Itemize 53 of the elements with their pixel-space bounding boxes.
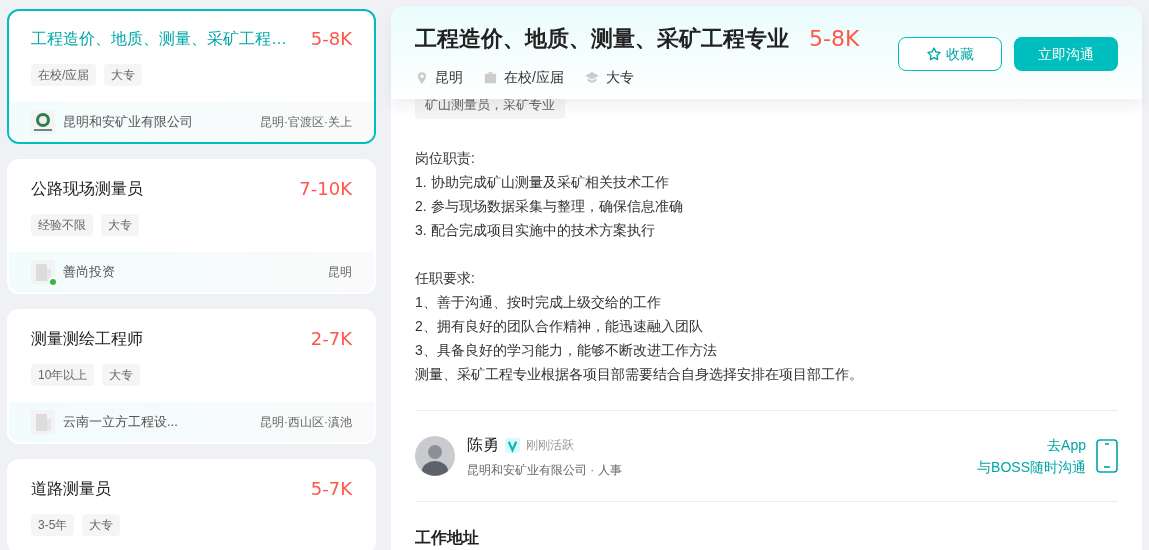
company-name: 云南一立方工程设... bbox=[63, 413, 178, 432]
location-pin-icon bbox=[415, 69, 429, 86]
degree: 大专 bbox=[605, 68, 634, 87]
building-icon bbox=[31, 260, 55, 284]
description-line: 岗位职责: bbox=[415, 149, 476, 168]
job-card[interactable]: 公路现场测量员 7-10K 经验不限 大专 善尚投资 昆明 bbox=[7, 159, 376, 294]
job-title: 工程造价、地质、测量、采矿工程… bbox=[31, 28, 287, 49]
job-tag: 大专 bbox=[102, 364, 141, 386]
job-tag: 大专 bbox=[104, 64, 143, 86]
job-title: 测量测绘工程师 bbox=[31, 328, 143, 349]
avatar-icon bbox=[415, 436, 455, 476]
experience: 在校/应届 bbox=[504, 68, 564, 87]
job-location: 昆明 bbox=[328, 264, 352, 281]
job-tag: 10年以上 bbox=[31, 364, 95, 386]
graduation-cap-icon bbox=[583, 70, 600, 85]
company-name: 善尚投资 bbox=[63, 263, 115, 282]
star-icon bbox=[926, 46, 942, 62]
job-tag: 3-5年 bbox=[31, 514, 75, 536]
briefcase-icon bbox=[483, 70, 498, 85]
job-card[interactable]: 道路测量员 5-7K 3-5年 大专 bbox=[7, 459, 376, 550]
description-line: 测量、采矿工程专业根据各项目部需要结合自身选择安排在项目部工作。 bbox=[415, 365, 864, 384]
job-location: 昆明·官渡区·关上 bbox=[260, 114, 352, 131]
city: 昆明 bbox=[435, 68, 463, 87]
description-line: 3、具备良好的学习能力，能够不断改进工作方法 bbox=[415, 341, 718, 360]
job-card[interactable]: 测量测绘工程师 2-7K 10年以上 大专 云南一立方工程设... 昆明·西山区·滇池 bbox=[7, 309, 376, 444]
company-logo-icon bbox=[31, 110, 55, 134]
job-tag: 在校/应届 bbox=[31, 64, 97, 86]
description-line: 1、善于沟通、按时完成上级交给的工作 bbox=[415, 293, 662, 312]
job-location: 昆明·西山区·滇池 bbox=[260, 414, 352, 431]
address-heading: 工作地址 bbox=[415, 528, 480, 548]
description-line: 任职要求: bbox=[415, 269, 476, 288]
phone-icon bbox=[1096, 439, 1118, 473]
active-status: 刚刚活跃 bbox=[526, 437, 574, 454]
description-line: 3. 配合完成项目实施中的技术方案执行 bbox=[415, 221, 656, 240]
salary: 2-7K bbox=[310, 327, 352, 351]
job-tag: 大专 bbox=[101, 214, 139, 236]
salary: 5-7K bbox=[310, 477, 352, 501]
recruiter-name: 陈勇 bbox=[467, 435, 499, 455]
job-tag: 大专 bbox=[82, 514, 121, 536]
job-tag: 经验不限 bbox=[31, 214, 93, 236]
salary: 5-8K bbox=[310, 27, 352, 51]
description-line: 2. 参与现场数据采集与整理，确保信息准确 bbox=[415, 197, 684, 216]
detail-salary: 5-8K bbox=[809, 25, 860, 53]
description-line: 2、拥有良好的团队合作精神，能迅速融入团队 bbox=[415, 317, 704, 336]
company-name: 昆明和安矿业有限公司 bbox=[63, 113, 193, 132]
job-card[interactable]: 工程造价、地质、测量、采矿工程… 5-8K 在校/应届 大专 昆明和安矿业有限公司 昆明·官渡区·关上 bbox=[7, 9, 376, 144]
salary: 7-10K bbox=[299, 177, 352, 201]
job-title: 公路现场测量员 bbox=[31, 178, 143, 199]
detail-title: 工程造价、地质、测量、采矿工程专业 bbox=[415, 25, 789, 53]
job-title: 道路测量员 bbox=[31, 478, 111, 499]
building-icon bbox=[31, 410, 55, 434]
description-line: 1. 协助完成矿山测量及采矿相关技术工作 bbox=[415, 173, 670, 192]
recruiter-company-role: 昆明和安矿业有限公司 · 人事 bbox=[467, 462, 622, 479]
